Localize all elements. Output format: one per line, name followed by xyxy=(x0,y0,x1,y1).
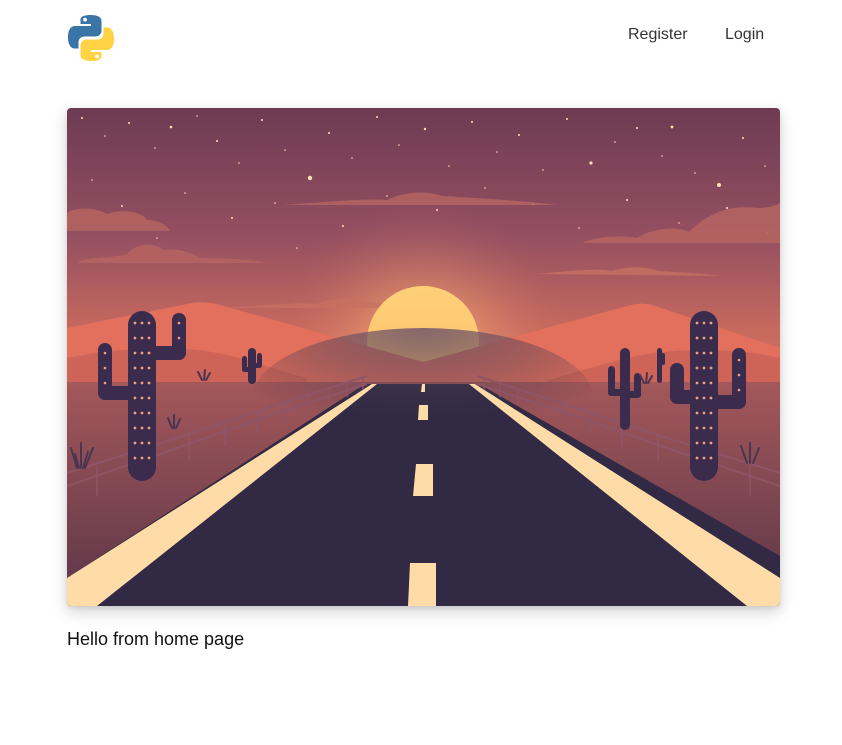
register-link[interactable]: Register xyxy=(628,24,688,46)
login-link[interactable]: Login xyxy=(725,24,764,46)
python-logo-icon[interactable] xyxy=(66,13,116,63)
navbar: Register Login xyxy=(0,0,842,76)
hero-image xyxy=(67,108,780,606)
home-greeting: Hello from home page xyxy=(67,629,245,649)
